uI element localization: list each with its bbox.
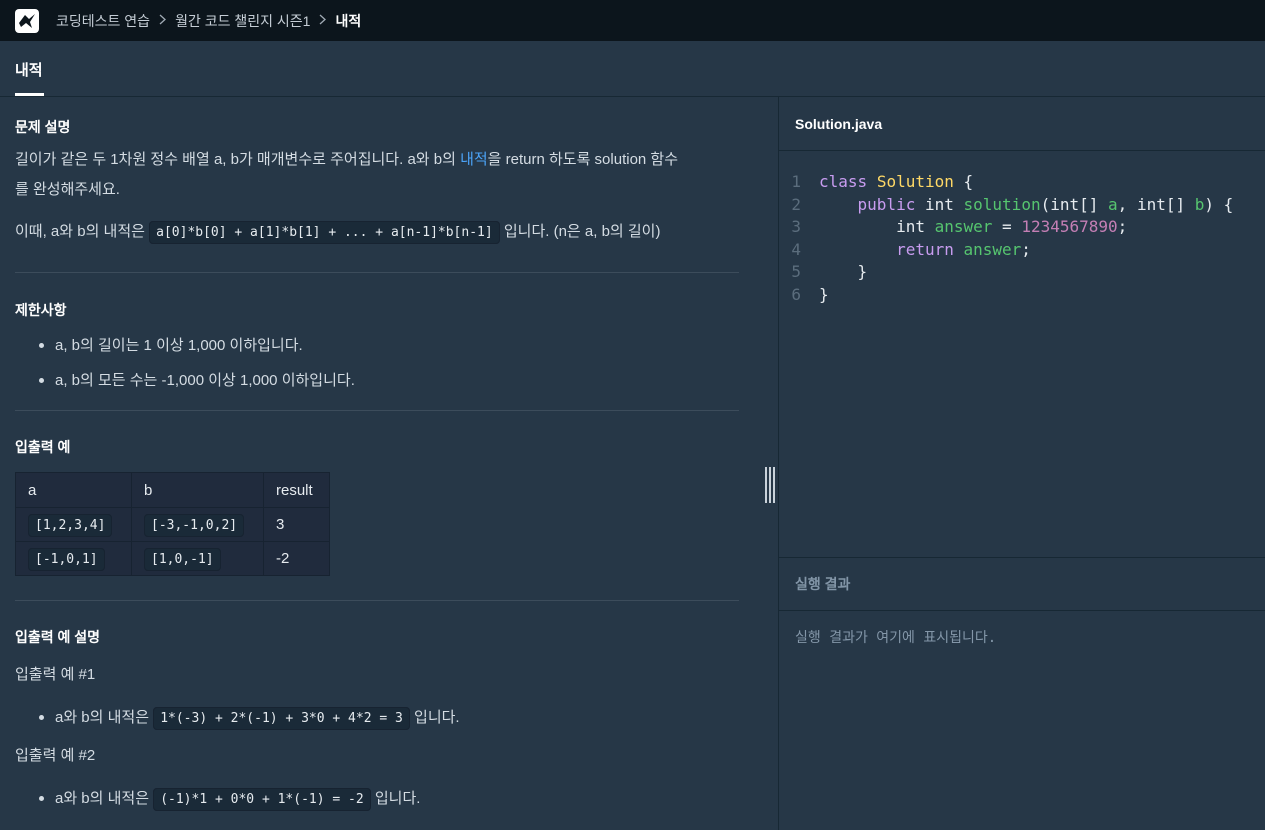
result-panel-header: 실행 결과 bbox=[779, 557, 1265, 611]
table-cell: 3 bbox=[263, 507, 330, 542]
formula-prefix: 이때, a와 b의 내적은 bbox=[15, 223, 145, 240]
result-output: 실행 결과가 여기에 표시됩니다. bbox=[795, 630, 997, 646]
code-panel: Solution.java 1 class Solution {2 public … bbox=[778, 97, 1265, 830]
cell-code: [1,2,3,4] bbox=[28, 514, 113, 537]
io-examples-table: a b result [1,2,3,4] [-3,-1,0,2] 3 [-1,0… bbox=[15, 472, 330, 576]
example-title: 입출력 예 #2 bbox=[15, 747, 96, 764]
chevron-right-icon bbox=[159, 13, 167, 28]
example-code: (-1)*1 + 0*0 + 1*(-1) = -2 bbox=[153, 788, 371, 811]
table-header-cell: a bbox=[15, 472, 132, 508]
section-heading-io-explanation: 입출력 예 설명 bbox=[15, 629, 101, 645]
example-suffix: 입니다. bbox=[374, 790, 421, 807]
tab-problem[interactable]: 내적 bbox=[15, 41, 43, 97]
code-editor[interactable]: 1 class Solution {2 public int solution(i… bbox=[779, 152, 1265, 557]
breadcrumb-item-challenge[interactable]: 월간 코드 챌린지 시즌1 bbox=[175, 11, 310, 31]
formula-paragraph: 이때, a와 b의 내적은 a[0]*b[0] + a[1]*b[1] + ..… bbox=[15, 217, 738, 248]
section-heading-description: 문제 설명 bbox=[15, 119, 71, 135]
panel-resize-handle[interactable] bbox=[765, 467, 775, 503]
code-line: 4 return answer; bbox=[779, 239, 1233, 262]
resize-grip-line bbox=[773, 467, 775, 503]
description-text: 를 완성해주세요. bbox=[15, 181, 120, 198]
table-header-cell: result bbox=[263, 472, 330, 508]
programmers-logo-icon[interactable] bbox=[15, 8, 39, 33]
dot-product-link[interactable]: 내적 bbox=[460, 151, 488, 168]
table-cell: [1,2,3,4] bbox=[15, 507, 132, 542]
table-header-cell: b bbox=[131, 472, 264, 508]
example-list: a와 b의 내적은 1*(-3) + 2*(-1) + 3*0 + 4*2 = … bbox=[39, 700, 738, 736]
constraints-list: a, b의 길이는 1 이상 1,000 이하입니다. a, b의 모든 수는 … bbox=[39, 328, 738, 398]
divider bbox=[15, 600, 739, 601]
chevron-right-icon bbox=[319, 13, 327, 28]
table-cell: [-1,0,1] bbox=[15, 541, 132, 576]
list-item: a와 b의 내적은 1*(-3) + 2*(-1) + 3*0 + 4*2 = … bbox=[39, 700, 738, 736]
example-prefix: a와 b의 내적은 bbox=[55, 790, 150, 807]
breadcrumb-item-current: 내적 bbox=[335, 12, 362, 29]
table-header-row: a b result bbox=[15, 472, 330, 508]
code-line: 1 class Solution { bbox=[779, 171, 1233, 194]
description-text: 길이가 같은 두 1차원 정수 배열 a, b가 매개변수로 주어집니다. a와… bbox=[15, 151, 461, 168]
table-row: [1,2,3,4] [-3,-1,0,2] 3 bbox=[15, 507, 330, 542]
tab-active-indicator bbox=[15, 93, 44, 96]
problem-tab-bar: 내적 bbox=[0, 41, 1265, 97]
line-number: 5 bbox=[791, 262, 801, 281]
top-navigation-bar: 코딩테스트 연습 월간 코드 챌린지 시즌1 내적 bbox=[0, 0, 1265, 41]
table-cell: [-3,-1,0,2] bbox=[131, 507, 264, 542]
line-number: 2 bbox=[791, 194, 801, 214]
resize-grip-line bbox=[765, 467, 767, 503]
example-code: 1*(-3) + 2*(-1) + 3*0 + 4*2 = 3 bbox=[153, 707, 410, 730]
list-item: a, b의 길이는 1 이상 1,000 이하입니다. bbox=[39, 328, 738, 363]
line-number: 4 bbox=[791, 239, 801, 259]
section-heading-constraints: 제한사항 bbox=[15, 302, 67, 318]
code-content[interactable]: 1 class Solution {2 public int solution(i… bbox=[779, 171, 1233, 306]
formula-code: a[0]*b[0] + a[1]*b[1] + ... + a[n-1]*b[n… bbox=[149, 221, 500, 244]
line-number: 3 bbox=[791, 217, 801, 236]
list-item: a, b의 모든 수는 -1,000 이상 1,000 이하입니다. bbox=[39, 363, 738, 398]
cell-code: [-3,-1,0,2] bbox=[144, 514, 245, 537]
table-cell: [1,0,-1] bbox=[131, 541, 264, 576]
divider bbox=[15, 410, 739, 411]
cell-code: [1,0,-1] bbox=[144, 548, 221, 571]
code-line: 3 int answer = 1234567890; bbox=[779, 216, 1233, 239]
list-item: a와 b의 내적은 (-1)*1 + 0*0 + 1*(-1) = -2 입니다… bbox=[39, 781, 738, 817]
table-row: [-1,0,1] [1,0,-1] -2 bbox=[15, 541, 330, 576]
table-cell: -2 bbox=[263, 541, 330, 576]
example-title: 입출력 예 #1 bbox=[15, 666, 96, 683]
section-heading-io-examples: 입출력 예 bbox=[15, 439, 71, 455]
code-line: 6} bbox=[779, 284, 1233, 307]
description-paragraph: 길이가 같은 두 1차원 정수 배열 a, b가 매개변수로 주어집니다. a와… bbox=[15, 145, 738, 205]
line-number: 6 bbox=[791, 284, 801, 304]
code-line: 5 } bbox=[779, 261, 1233, 284]
code-line: 2 public int solution(int[] a, int[] b) … bbox=[779, 194, 1233, 217]
problem-description-panel[interactable]: 문제 설명 길이가 같은 두 1차원 정수 배열 a, b가 매개변수로 주어집… bbox=[0, 97, 760, 830]
line-number: 1 bbox=[791, 172, 801, 191]
editor-file-tab[interactable]: Solution.java bbox=[779, 97, 1265, 151]
description-text: 을 return 하도록 solution 함수 bbox=[487, 151, 679, 168]
formula-suffix: 입니다. (n은 a, b의 길이) bbox=[503, 223, 661, 240]
cell-code: [-1,0,1] bbox=[28, 548, 105, 571]
example-prefix: a와 b의 내적은 bbox=[55, 709, 150, 726]
resize-grip-line bbox=[769, 467, 771, 503]
example-list: a와 b의 내적은 (-1)*1 + 0*0 + 1*(-1) = -2 입니다… bbox=[39, 781, 738, 817]
divider bbox=[15, 272, 739, 273]
breadcrumb-item-coding-test[interactable]: 코딩테스트 연습 bbox=[56, 11, 150, 31]
example-suffix: 입니다. bbox=[414, 709, 460, 726]
breadcrumb: 코딩테스트 연습 월간 코드 챌린지 시즌1 내적 bbox=[56, 11, 361, 31]
